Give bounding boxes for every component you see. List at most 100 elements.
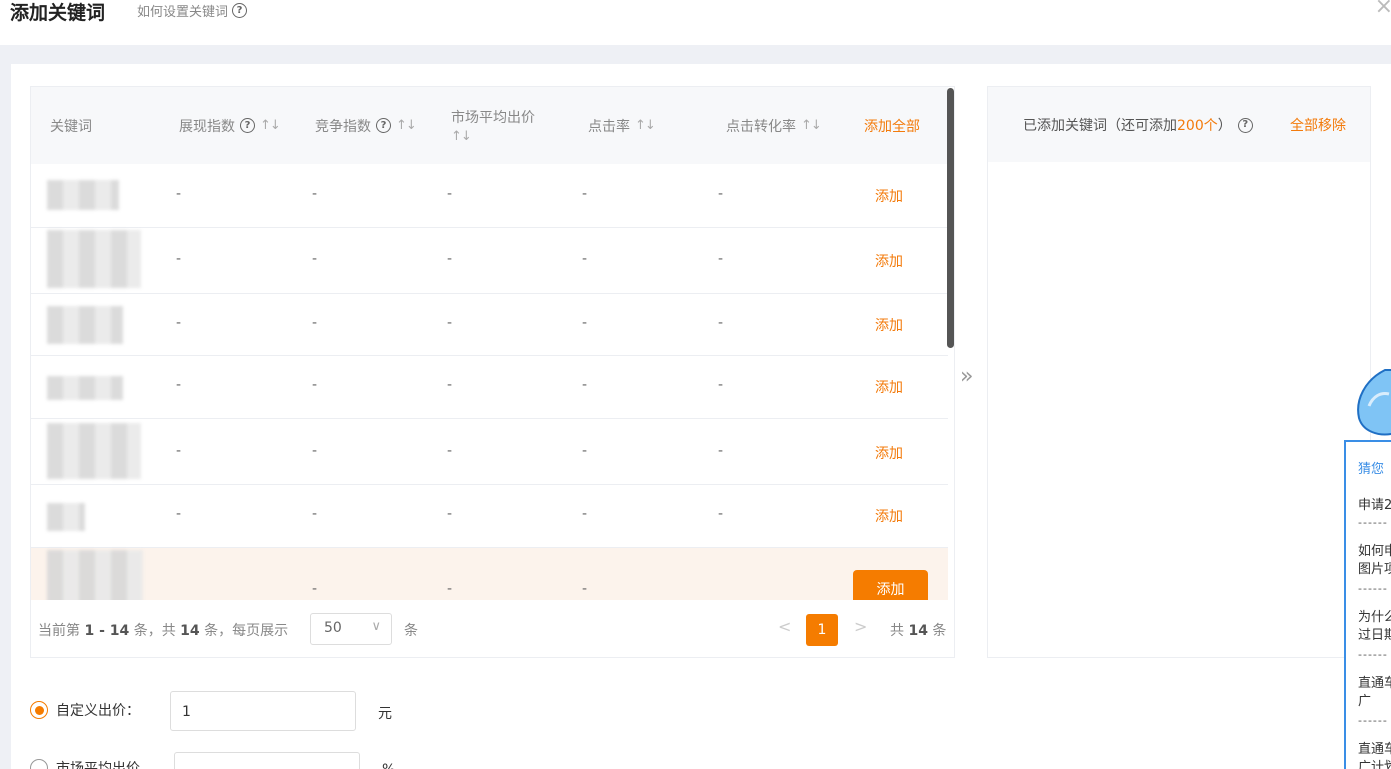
- conversion-value: -: [718, 186, 724, 202]
- custom-bid-option[interactable]: 自定义出价：: [30, 700, 140, 720]
- sort-icon[interactable]: ↑↓: [635, 118, 656, 133]
- add-keyword-button[interactable]: 添加: [875, 506, 903, 526]
- conversion-value: -: [718, 506, 724, 522]
- table-row: - - - - - 添加: [31, 164, 948, 228]
- keyword-blurred: [47, 376, 123, 400]
- ctr-value: -: [582, 315, 588, 331]
- assistant-panel[interactable]: 猜您 申请2 ------ 如何申 图片项 ------ 为什么 过日期 ---…: [1344, 440, 1391, 769]
- added-keywords-header: 已添加关键词（还可添加200个） ? 全部移除: [988, 87, 1370, 162]
- market-bid-unit: %: [382, 762, 395, 769]
- question-icon[interactable]: ?: [1237, 117, 1253, 133]
- ctr-value: -: [582, 377, 588, 393]
- conversion-value: -: [718, 443, 724, 459]
- pagination-total: 共 14 条: [890, 623, 947, 639]
- assistant-mascot-icon[interactable]: [1355, 366, 1391, 441]
- col-conversion-rate[interactable]: 点击转化率 ↑↓: [726, 87, 822, 164]
- col-keyword: 关键词: [50, 118, 92, 135]
- add-keyword-button[interactable]: 添加: [875, 377, 903, 397]
- how-to-set-keywords-link[interactable]: 如何设置关键词 ?: [137, 1, 248, 20]
- competition-value: -: [312, 315, 318, 331]
- chevron-down-icon: ∨: [371, 619, 381, 634]
- remove-all-button[interactable]: 全部移除: [1290, 115, 1346, 135]
- market-bid-label: 市场平均出价: [56, 761, 140, 769]
- keyword-table: 关键词 展现指数 ? ↑↓ 竞争指数 ? ↑↓ 市场平均出价 ↑↓ 点击率 ↑↓…: [30, 86, 955, 658]
- add-keyword-button[interactable]: 添加: [875, 251, 903, 271]
- table-row-hovered: - - - 添加: [31, 548, 948, 608]
- impression-value: -: [176, 506, 182, 522]
- page-size-select[interactable]: 50 ∨: [310, 613, 392, 645]
- avg-bid-value: -: [447, 315, 453, 331]
- sort-icon[interactable]: ↑↓: [396, 118, 417, 133]
- keyword-blurred: [47, 306, 123, 344]
- ctr-value: -: [582, 506, 588, 522]
- conversion-value: -: [718, 377, 724, 393]
- competition-value: -: [312, 377, 318, 393]
- col-ctr[interactable]: 点击率 ↑↓: [588, 87, 656, 164]
- close-icon[interactable]: ×: [1375, 0, 1391, 19]
- ctr-value: -: [582, 251, 588, 267]
- sort-icon[interactable]: ↑↓: [451, 129, 472, 144]
- keyword-blurred: [47, 180, 119, 210]
- avg-bid-value: -: [447, 251, 453, 267]
- avg-bid-value: -: [447, 377, 453, 393]
- avg-bid-value: -: [447, 506, 453, 522]
- sort-icon[interactable]: ↑↓: [260, 118, 281, 133]
- table-row: - - - - - 添加: [31, 356, 948, 419]
- question-icon[interactable]: ?: [376, 118, 391, 133]
- prev-page-icon[interactable]: <: [778, 617, 791, 636]
- dialog-title: 添加关键词: [10, 2, 106, 24]
- added-keywords-title: 已添加关键词（还可添加200个） ?: [1023, 115, 1253, 135]
- custom-bid-input[interactable]: 1: [170, 691, 356, 731]
- avg-bid-value: -: [447, 581, 453, 597]
- market-bid-input[interactable]: [174, 752, 360, 769]
- impression-value: -: [176, 251, 182, 267]
- dialog-header: 添加关键词 如何设置关键词 ? ×: [0, 0, 1391, 45]
- add-keyword-button[interactable]: 添加: [875, 186, 903, 206]
- add-keyword-button[interactable]: 添加: [875, 443, 903, 463]
- pagination: 当前第 1 - 14 条，共 14 条，每页展示 50 ∨ 条 < 1 > 共 …: [31, 600, 954, 657]
- ctr-value: -: [582, 581, 588, 597]
- competition-value: -: [312, 443, 318, 459]
- avg-bid-value: -: [447, 186, 453, 202]
- question-icon: ?: [232, 3, 248, 18]
- pagination-info: 当前第 1 - 14 条，共 14 条，每页展示: [38, 623, 289, 639]
- conversion-value: -: [718, 315, 724, 331]
- conversion-value: -: [718, 251, 724, 267]
- table-row: - - - - - 添加: [31, 419, 948, 485]
- help-link-label: 如何设置关键词: [137, 5, 229, 20]
- table-scrollbar[interactable]: [947, 88, 954, 348]
- ctr-value: -: [582, 186, 588, 202]
- impression-value: -: [176, 377, 182, 393]
- competition-value: -: [312, 186, 318, 202]
- double-chevron-right-icon[interactable]: »: [960, 364, 973, 389]
- impression-value: -: [176, 315, 182, 331]
- keyword-blurred: [47, 423, 141, 479]
- custom-bid-label: 自定义出价：: [56, 703, 140, 719]
- table-header: 关键词 展现指数 ? ↑↓ 竞争指数 ? ↑↓ 市场平均出价 ↑↓ 点击率 ↑↓…: [31, 87, 948, 164]
- avg-bid-value: -: [447, 443, 453, 459]
- custom-bid-radio[interactable]: [30, 701, 48, 719]
- col-competition-index[interactable]: 竞争指数 ? ↑↓: [315, 87, 417, 164]
- added-keywords-panel: 已添加关键词（还可添加200个） ? 全部移除: [987, 86, 1371, 658]
- add-all-button[interactable]: 添加全部: [864, 87, 920, 164]
- keyword-blurred: [47, 230, 141, 288]
- col-market-avg-bid[interactable]: 市场平均出价 ↑↓: [451, 87, 535, 164]
- add-keyword-button[interactable]: 添加: [875, 315, 903, 335]
- impression-value: -: [176, 186, 182, 202]
- table-row: - - - - - 添加: [31, 485, 948, 548]
- impression-value: -: [176, 443, 182, 459]
- page-size-unit: 条: [404, 623, 418, 639]
- competition-value: -: [312, 581, 318, 597]
- table-row: - - - - - 添加: [31, 228, 948, 294]
- competition-value: -: [312, 251, 318, 267]
- page-number-current[interactable]: 1: [806, 614, 838, 646]
- question-icon[interactable]: ?: [240, 118, 255, 133]
- col-impression-index[interactable]: 展现指数 ? ↑↓: [179, 87, 281, 164]
- ctr-value: -: [582, 443, 588, 459]
- sort-icon[interactable]: ↑↓: [801, 118, 822, 133]
- table-row: - - - - - 添加: [31, 294, 948, 356]
- next-page-icon[interactable]: >: [854, 617, 867, 636]
- market-bid-option[interactable]: 市场平均出价: [30, 758, 140, 769]
- market-bid-radio[interactable]: [30, 759, 48, 769]
- custom-bid-unit: 元: [378, 706, 392, 722]
